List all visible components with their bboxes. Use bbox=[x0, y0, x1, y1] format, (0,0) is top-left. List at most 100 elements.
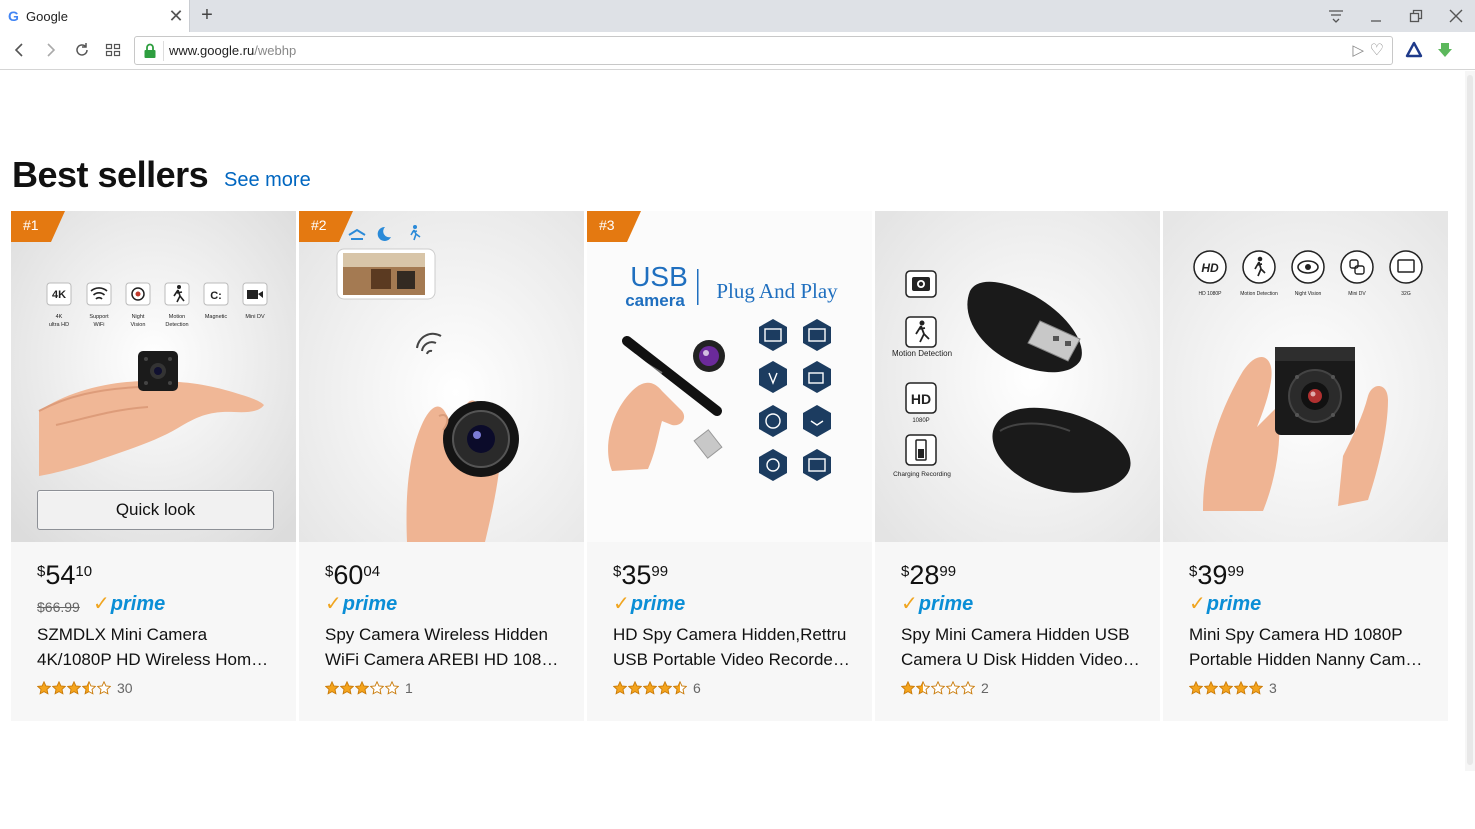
product-image[interactable]: HD HD 1080P Motion Detection Night Visio… bbox=[1163, 211, 1448, 542]
star-full-icon bbox=[52, 681, 66, 695]
alice-extension-button[interactable] bbox=[1402, 38, 1426, 62]
back-button[interactable] bbox=[5, 36, 33, 64]
svg-text:Magnetic: Magnetic bbox=[205, 314, 228, 320]
svg-text:Motion: Motion bbox=[169, 314, 186, 320]
product-image[interactable]: USB camera Plug And Play bbox=[587, 211, 872, 542]
product-image[interactable] bbox=[299, 211, 584, 542]
product-title[interactable]: HD Spy Camera Hidden,Rettru USB Portable … bbox=[613, 622, 853, 672]
product-card-3[interactable]: USB camera Plug And Play #3 $ 35 99 ✓pri… bbox=[587, 211, 872, 721]
price: $39 99 bbox=[1189, 560, 1245, 590]
star-empty-icon bbox=[385, 681, 399, 695]
star-full-icon bbox=[37, 681, 51, 695]
rank-label: #1 bbox=[23, 217, 39, 233]
svg-text:Motion Detection: Motion Detection bbox=[892, 349, 952, 358]
tab-title: Google bbox=[26, 8, 68, 24]
forward-arrow-icon bbox=[47, 43, 56, 57]
minimize-button[interactable] bbox=[1356, 0, 1396, 32]
restore-icon bbox=[1409, 9, 1423, 23]
list-price: $66.99 bbox=[37, 599, 80, 615]
grid-icon bbox=[105, 43, 121, 57]
star-rating[interactable]: 6 bbox=[613, 680, 701, 696]
star-rating[interactable]: 1 bbox=[325, 680, 413, 696]
tab-list-icon bbox=[1329, 10, 1343, 23]
svg-text:Mini DV: Mini DV bbox=[1348, 291, 1366, 297]
star-rating[interactable]: 2 bbox=[901, 680, 989, 696]
browser-tab[interactable]: G Google ✕ bbox=[0, 0, 190, 32]
star-full-icon bbox=[643, 681, 657, 695]
quick-look-button[interactable]: Quick look bbox=[37, 490, 274, 530]
product-title[interactable]: SZMDLX Mini Camera 4K/1080P HD Wireless H… bbox=[37, 622, 277, 672]
svg-text:32G: 32G bbox=[1401, 291, 1411, 297]
star-empty-icon bbox=[961, 681, 975, 695]
star-empty-icon bbox=[931, 681, 945, 695]
star-rating[interactable]: 3 bbox=[1189, 680, 1277, 696]
svg-text:Charging Recording: Charging Recording bbox=[893, 471, 951, 478]
rank-badge: #2 bbox=[299, 211, 353, 242]
star-full-icon bbox=[1249, 681, 1263, 695]
see-more-link[interactable]: See more bbox=[224, 169, 311, 192]
product-card-2[interactable]: #2 $60 04 ✓prime Spy Camera Wireless Hidd… bbox=[299, 211, 584, 721]
reload-icon bbox=[76, 43, 88, 56]
star-full-icon bbox=[628, 681, 642, 695]
lock-icon[interactable] bbox=[143, 43, 157, 59]
product-card-5[interactable]: HD HD 1080P Motion Detection Night Visio… bbox=[1163, 211, 1448, 721]
star-empty-icon bbox=[370, 681, 384, 695]
svg-text:Mini DV: Mini DV bbox=[245, 314, 265, 320]
star-full-icon bbox=[1234, 681, 1248, 695]
product-image[interactable]: 4K 4K ultra HD Support WiFi Night Vision… bbox=[11, 211, 296, 542]
svg-text:4K: 4K bbox=[52, 289, 66, 301]
new-tab-button[interactable]: + bbox=[196, 3, 218, 27]
tab-list-button[interactable] bbox=[1316, 0, 1356, 32]
svg-text:USB: USB bbox=[630, 261, 688, 292]
speed-dial-button[interactable] bbox=[99, 36, 127, 64]
send-icon[interactable]: ▷ bbox=[1352, 41, 1364, 59]
review-count[interactable]: 30 bbox=[117, 680, 133, 696]
rank-badge: #3 bbox=[587, 211, 641, 242]
product-card-4[interactable]: Motion Detection HD 1080P Charging Recor… bbox=[875, 211, 1160, 721]
product-image[interactable]: Motion Detection HD 1080P Charging Recor… bbox=[875, 211, 1160, 542]
star-full-icon bbox=[658, 681, 672, 695]
svg-text:HD: HD bbox=[1201, 261, 1219, 275]
close-window-button[interactable] bbox=[1436, 0, 1475, 32]
product-card-1[interactable]: 4K 4K ultra HD Support WiFi Night Vision… bbox=[11, 211, 296, 721]
alice-triangle-icon bbox=[1405, 41, 1423, 58]
star-full-icon bbox=[325, 681, 339, 695]
prime-badge: ✓prime bbox=[613, 593, 686, 615]
download-button[interactable] bbox=[1433, 38, 1457, 62]
address-bar[interactable]: www.google.ru/webhp ▷ ♡ bbox=[134, 36, 1393, 65]
star-full-icon bbox=[1189, 681, 1203, 695]
prime-badge: ✓prime bbox=[901, 593, 974, 615]
svg-text:C:: C: bbox=[210, 290, 222, 302]
star-full-icon bbox=[1204, 681, 1218, 695]
star-full-icon bbox=[901, 681, 915, 695]
product-title[interactable]: Mini Spy Camera HD 1080P Portable Hidden … bbox=[1189, 622, 1429, 672]
svg-text:Support: Support bbox=[89, 314, 109, 320]
heart-icon[interactable]: ♡ bbox=[1370, 40, 1384, 60]
svg-text:Night: Night bbox=[132, 314, 145, 320]
url-text[interactable]: www.google.ru/webhp bbox=[169, 43, 296, 58]
product-title[interactable]: Spy Camera Wireless Hidden WiFi Camera AR… bbox=[325, 622, 565, 672]
review-count[interactable]: 6 bbox=[693, 680, 701, 696]
best-sellers-carousel: 4K 4K ultra HD Support WiFi Night Vision… bbox=[11, 211, 1452, 721]
star-half-icon bbox=[82, 681, 96, 695]
product-title[interactable]: Spy Mini Camera Hidden USB Camera U Disk … bbox=[901, 622, 1141, 672]
star-empty-icon bbox=[97, 681, 111, 695]
star-full-icon bbox=[67, 681, 81, 695]
forward-button[interactable] bbox=[37, 36, 65, 64]
scrollbar-thumb[interactable] bbox=[1467, 75, 1473, 765]
svg-text:WiFi: WiFi bbox=[94, 322, 105, 328]
svg-text:Night Vision: Night Vision bbox=[1295, 291, 1322, 297]
restore-button[interactable] bbox=[1396, 0, 1436, 32]
tab-close-icon[interactable]: ✕ bbox=[163, 6, 189, 27]
rank-badge: #1 bbox=[11, 211, 65, 242]
star-full-icon bbox=[355, 681, 369, 695]
review-count[interactable]: 1 bbox=[405, 680, 413, 696]
reload-button[interactable] bbox=[68, 36, 96, 64]
star-rating[interactable]: 30 bbox=[37, 680, 133, 696]
svg-text:camera: camera bbox=[625, 291, 685, 310]
review-count[interactable]: 3 bbox=[1269, 680, 1277, 696]
navigation-bar: www.google.ru/webhp ▷ ♡ bbox=[0, 32, 1475, 70]
review-count[interactable]: 2 bbox=[981, 680, 989, 696]
rank-label: #3 bbox=[599, 217, 615, 233]
star-half-icon bbox=[916, 681, 930, 695]
